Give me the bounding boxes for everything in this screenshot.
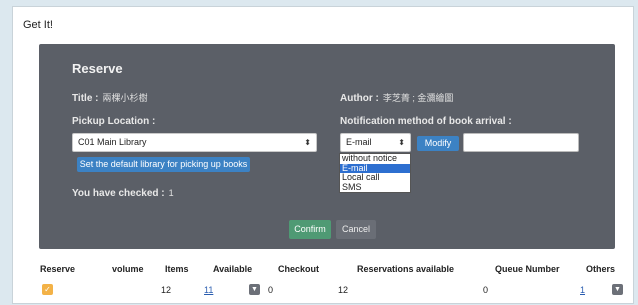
notify-option[interactable]: SMS — [340, 182, 410, 193]
check-icon: ✓ — [44, 285, 51, 294]
header-reserve: Reserve — [40, 264, 76, 274]
cell-others-link[interactable]: 1 — [580, 285, 585, 295]
checked-label: You have checked : — [72, 188, 165, 199]
header-available: Available — [213, 264, 253, 274]
cell-queue-number: 0 — [483, 285, 489, 295]
cell-items: 12 — [161, 285, 172, 295]
header-reservations-available: Reservations available — [357, 264, 455, 274]
pickup-label: Pickup Location : — [72, 116, 156, 127]
notification-method-options: without notice E-mail Local call SMS — [339, 153, 411, 193]
cell-available-link[interactable]: 11 — [204, 285, 213, 295]
cell-checkout: 0 — [268, 285, 274, 295]
header-volume: volume — [112, 264, 144, 274]
checked-field: You have checked :1 — [72, 188, 174, 199]
available-expand-chevron-icon[interactable]: ▼ — [249, 284, 260, 295]
title-value: 兩棵小杉樹 — [102, 93, 148, 103]
checked-count: 1 — [168, 188, 174, 198]
others-expand-chevron-icon[interactable]: ▼ — [612, 284, 623, 295]
header-queue-number: Queue Number — [495, 264, 560, 274]
select-arrows-icon: ⬍ — [304, 138, 311, 147]
author-field: Author : 李芝菁 ; 金瀰繪圖 — [340, 91, 453, 104]
notify-label: Notification method of book arrival : — [340, 116, 512, 127]
title-label: Title : — [72, 93, 99, 104]
header-items: Items — [165, 264, 189, 274]
author-value: 李芝菁 ; 金瀰繪圖 — [382, 93, 454, 103]
notification-method-value: E-mail — [346, 137, 372, 147]
card-title: Get It! — [23, 19, 53, 31]
panel-heading: Reserve — [72, 61, 123, 76]
header-checkout: Checkout — [278, 264, 320, 274]
reserve-checkbox[interactable]: ✓ — [42, 284, 53, 295]
set-default-library-button[interactable]: Set the default library for picking up b… — [77, 157, 250, 172]
pickup-location-value: C01 Main Library — [78, 137, 147, 147]
notification-method-select[interactable]: E-mail ⬍ — [340, 133, 411, 152]
confirm-button[interactable]: Confirm — [289, 220, 331, 239]
modify-button[interactable]: Modify — [417, 136, 459, 151]
cell-reservations-available: 12 — [338, 285, 349, 295]
cancel-button[interactable]: Cancel — [336, 220, 376, 239]
pickup-location-select[interactable]: C01 Main Library ⬍ — [72, 133, 317, 152]
author-label: Author : — [340, 93, 379, 104]
header-others: Others — [586, 264, 616, 274]
notification-contact-input[interactable] — [463, 133, 579, 152]
reserve-panel: Reserve Title : 兩棵小杉樹 Author : 李芝菁 ; 金瀰繪圖 … — [39, 44, 615, 249]
select-arrows-icon: ⬍ — [398, 138, 405, 147]
title-field: Title : 兩棵小杉樹 — [72, 91, 148, 104]
